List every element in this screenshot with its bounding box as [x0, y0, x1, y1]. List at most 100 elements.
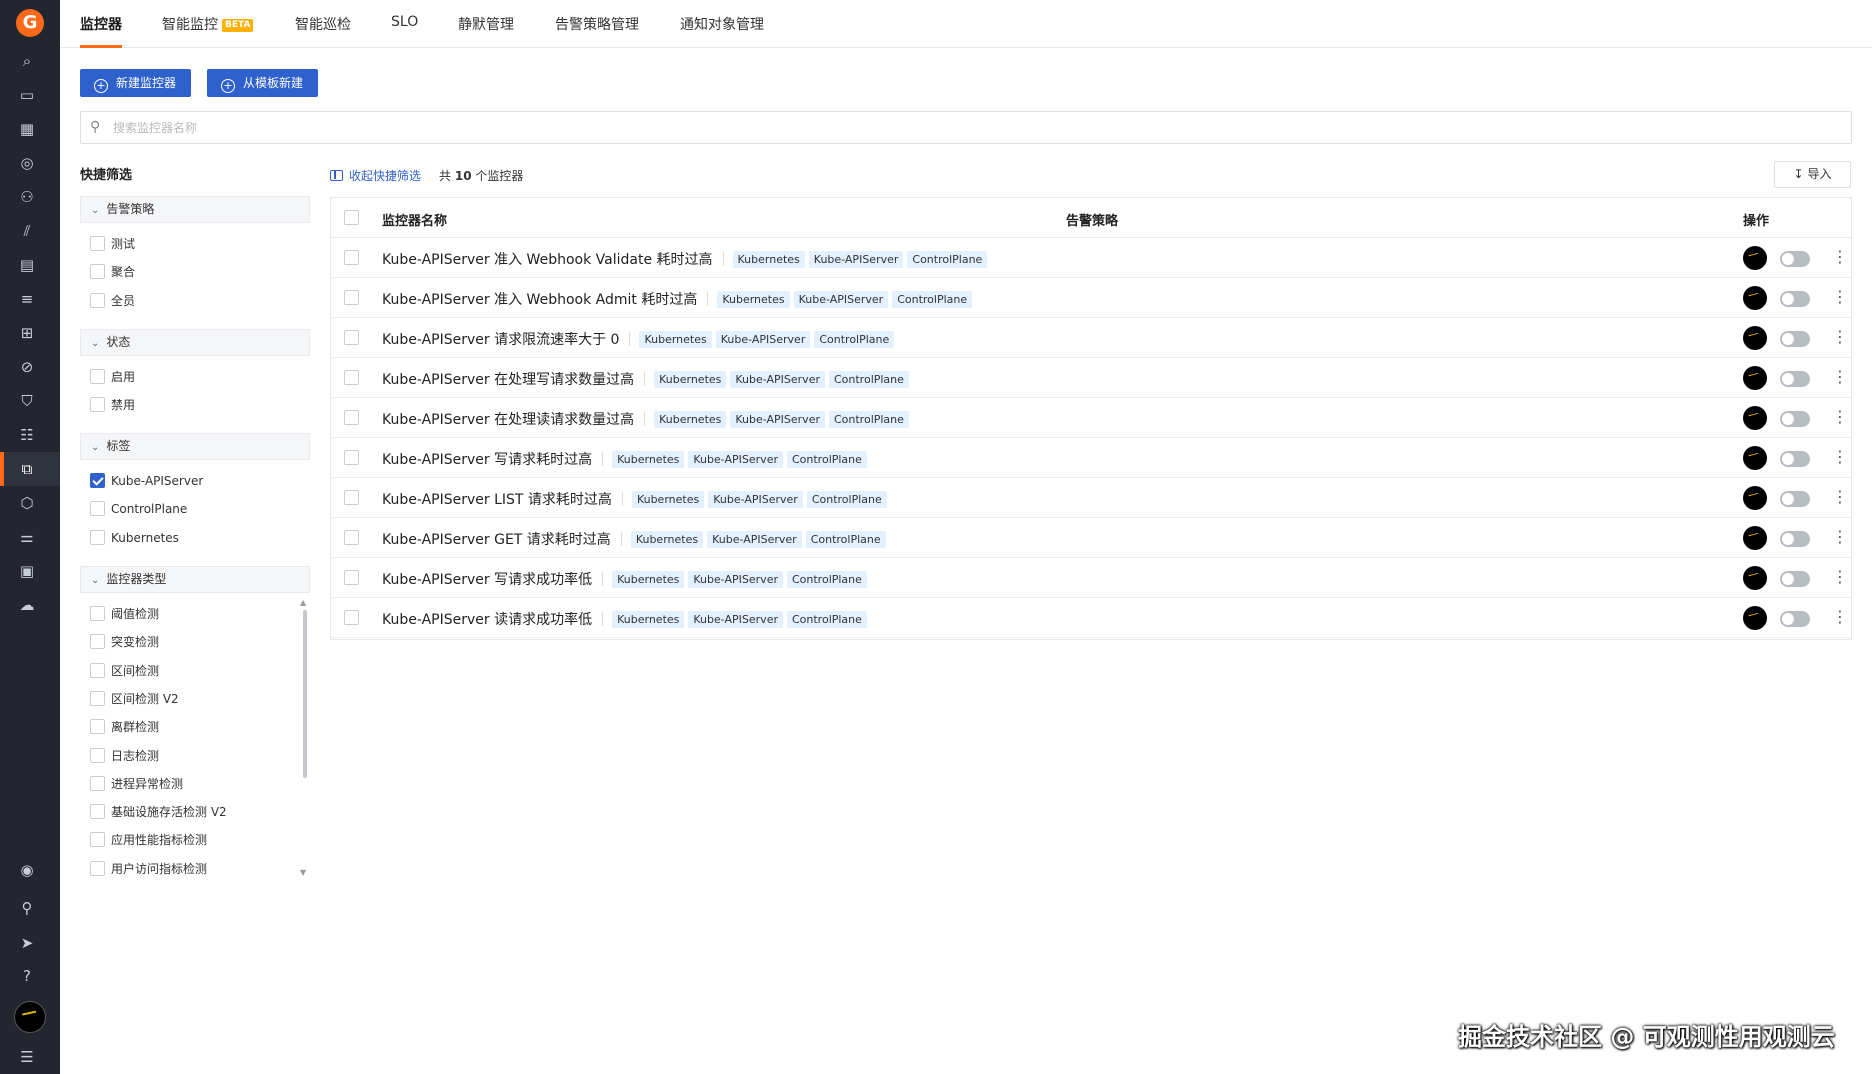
tag-badge[interactable]: Kubernetes	[717, 291, 790, 308]
list-icon[interactable]: ≡	[16, 288, 38, 310]
eye-icon[interactable]: ◉	[16, 859, 38, 881]
user-avatar[interactable]	[14, 1001, 46, 1033]
table-row[interactable]: Kube-APIServer 写请求成功率低 Kubernetes Kube-API…	[331, 558, 1851, 598]
tab-smart-inspection[interactable]: 智能巡检	[295, 14, 351, 48]
monitor-icon[interactable]: ⧉	[16, 458, 38, 480]
tag-badge[interactable]: ControlPlane	[786, 571, 867, 588]
creator-avatar[interactable]	[1743, 286, 1767, 310]
database-icon[interactable]: ☷	[16, 424, 38, 446]
filter-checkbox[interactable]	[90, 236, 105, 251]
tag-badge[interactable]: Kube-APIServer	[708, 491, 803, 508]
monitor-name-link[interactable]: Kube-APIServer 读请求成功率低	[382, 612, 592, 628]
calendar-icon[interactable]: ▦	[16, 118, 38, 140]
enable-toggle[interactable]	[1780, 371, 1810, 387]
filter-checkbox[interactable]	[90, 775, 105, 791]
filter-option[interactable]: 日志检测	[90, 747, 159, 766]
cloud-icon[interactable]: ☁	[16, 594, 38, 616]
creator-avatar[interactable]	[1743, 366, 1767, 390]
filter-option[interactable]: 进程异常检测	[90, 775, 183, 794]
filter-option[interactable]: 基础设施存活检测 V2	[90, 804, 227, 822]
import-button[interactable]: ↧ 导入	[1774, 161, 1851, 188]
filter-option[interactable]: 启用	[90, 369, 135, 387]
monitor-name-link[interactable]: Kube-APIServer 准入 Webhook Validate 耗时过高	[382, 252, 713, 268]
enable-toggle[interactable]	[1780, 411, 1810, 427]
tag-badge[interactable]: Kubernetes	[630, 531, 704, 548]
filter-checkbox[interactable]	[90, 804, 105, 820]
filter-option[interactable]: Kube-APIServer	[90, 473, 203, 491]
table-row[interactable]: Kube-APIServer GET 请求耗时过高 Kubernetes Kube-…	[331, 518, 1851, 558]
tag-badge[interactable]: ControlPlane	[907, 251, 988, 268]
search-icon[interactable]: ⌕	[16, 50, 38, 72]
scroll-down-icon[interactable]: ▼	[300, 868, 306, 877]
tag-badge[interactable]: Kube-APIServer	[715, 331, 811, 348]
row-checkbox[interactable]	[344, 410, 359, 425]
creator-avatar[interactable]	[1743, 246, 1767, 270]
dashboard-icon[interactable]: ▭	[16, 84, 38, 106]
filter-scrollbar[interactable]	[303, 610, 307, 778]
filter-option[interactable]: 区间检测 V2	[90, 690, 179, 709]
tag-badge[interactable]: ControlPlane	[828, 371, 909, 388]
integration-icon[interactable]: ▣	[16, 560, 38, 582]
tag-badge[interactable]: ControlPlane	[806, 491, 887, 508]
table-row[interactable]: Kube-APIServer 读请求成功率低 Kubernetes Kube-API…	[331, 598, 1851, 638]
filter-option[interactable]: 区间检测	[90, 662, 159, 681]
table-row[interactable]: Kube-APIServer 准入 Webhook Validate 耗时过高 K…	[331, 238, 1851, 278]
log-query-icon[interactable]: ▤	[16, 254, 38, 276]
table-row[interactable]: Kube-APIServer 在处理读请求数量过高 Kubernetes Kube-…	[331, 398, 1851, 438]
filter-checkbox[interactable]	[90, 264, 105, 280]
tag-badge[interactable]: Kube-APIServer	[688, 451, 783, 468]
search-input[interactable]	[113, 118, 1013, 138]
filter-checkbox[interactable]	[90, 369, 105, 384]
tag-badge[interactable]: Kubernetes	[612, 611, 685, 628]
filter-option[interactable]: 阈值检测	[90, 606, 159, 624]
monitor-name-link[interactable]: Kube-APIServer 请求限流速率大于 0	[382, 332, 619, 348]
row-checkbox[interactable]	[344, 570, 359, 585]
tag-badge[interactable]: Kubernetes	[612, 571, 685, 588]
tag-badge[interactable]: ControlPlane	[814, 331, 895, 348]
more-options-icon[interactable]: ⋮	[1832, 247, 1848, 267]
block-icon[interactable]: ⊘	[16, 356, 38, 378]
filter-checkbox[interactable]	[90, 397, 105, 413]
tag-badge[interactable]: Kube-APIServer	[730, 371, 825, 388]
scroll-up-icon[interactable]: ▲	[300, 598, 306, 607]
row-checkbox[interactable]	[344, 370, 359, 385]
enable-toggle[interactable]	[1780, 611, 1810, 627]
table-row[interactable]: Kube-APIServer 请求限流速率大于 0 Kubernetes Kube-…	[331, 318, 1851, 358]
tag-badge[interactable]: Kube-APIServer	[793, 291, 889, 308]
creator-avatar[interactable]	[1743, 446, 1767, 470]
security-icon[interactable]: ⬡	[16, 492, 38, 514]
tag-badge[interactable]: ControlPlane	[805, 531, 886, 548]
filter-checkbox[interactable]	[90, 662, 105, 678]
monitor-name-link[interactable]: Kube-APIServer 写请求耗时过高	[382, 452, 592, 468]
filter-group-header[interactable]: ⌄ 状态	[80, 329, 310, 356]
tag-badge[interactable]: Kube-APIServer	[730, 411, 825, 428]
tag-badge[interactable]: ControlPlane	[786, 451, 867, 468]
monitor-name-link[interactable]: Kube-APIServer LIST 请求耗时过高	[382, 492, 612, 508]
row-checkbox[interactable]	[344, 290, 359, 305]
tag-badge[interactable]: ControlPlane	[892, 291, 973, 308]
help-icon[interactable]: ?	[16, 965, 38, 987]
filter-option[interactable]: 突变检测	[90, 634, 159, 652]
tab-alert-policy[interactable]: 告警策略管理	[555, 14, 639, 48]
tag-badge[interactable]: Kubernetes	[654, 411, 727, 428]
monitor-name-link[interactable]: Kube-APIServer 准入 Webhook Admit 耗时过高	[382, 292, 697, 308]
creator-avatar[interactable]	[1743, 566, 1767, 590]
more-options-icon[interactable]: ⋮	[1832, 287, 1848, 307]
row-checkbox[interactable]	[344, 530, 359, 545]
tag-badge[interactable]: Kube-APIServer	[808, 251, 904, 268]
filter-checkbox[interactable]	[90, 501, 105, 517]
send-icon[interactable]: ➤	[16, 932, 38, 954]
row-checkbox[interactable]	[344, 490, 359, 505]
collapse-filter-link[interactable]: 收起快捷筛选	[330, 167, 421, 184]
row-checkbox[interactable]	[344, 450, 359, 465]
tag-badge[interactable]: Kubernetes	[654, 371, 727, 388]
scan-icon[interactable]: ◎	[16, 152, 38, 174]
enable-toggle[interactable]	[1780, 451, 1810, 467]
table-row[interactable]: Kube-APIServer 在处理写请求数量过高 Kubernetes Kube-…	[331, 358, 1851, 398]
filter-option[interactable]: 聚合	[90, 264, 135, 282]
creator-avatar[interactable]	[1743, 406, 1767, 430]
enable-toggle[interactable]	[1780, 251, 1810, 267]
enable-toggle[interactable]	[1780, 291, 1810, 307]
monitor-name-link[interactable]: Kube-APIServer 在处理读请求数量过高	[382, 412, 634, 428]
filter-checkbox[interactable]	[90, 860, 105, 876]
